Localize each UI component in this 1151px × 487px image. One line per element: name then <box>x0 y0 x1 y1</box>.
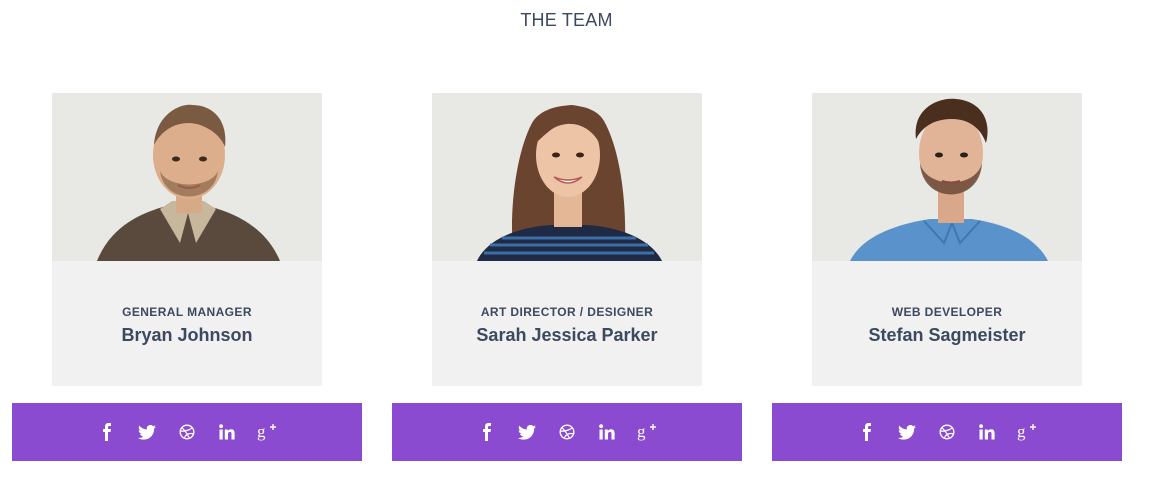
google-plus-icon[interactable]: g <box>247 412 287 452</box>
linkedin-icon[interactable] <box>207 412 247 452</box>
svg-text:g: g <box>1017 423 1026 441</box>
twitter-icon[interactable] <box>507 412 547 452</box>
social-links-bar: g <box>12 403 362 461</box>
google-plus-icon[interactable]: g <box>1007 412 1047 452</box>
member-role: WEB DEVELOPER <box>891 305 1003 319</box>
member-info-card: WEB DEVELOPER Stefan Sagmeister <box>812 93 1082 386</box>
member-name: Stefan Sagmeister <box>868 325 1026 345</box>
twitter-icon[interactable] <box>887 412 927 452</box>
linkedin-icon[interactable] <box>587 412 627 452</box>
linkedin-icon[interactable] <box>967 412 1007 452</box>
twitter-icon[interactable] <box>127 412 167 452</box>
social-links-bar: g <box>772 403 1122 461</box>
social-links-bar: g <box>392 403 742 461</box>
facebook-icon[interactable] <box>847 412 887 452</box>
member-info-card: GENERAL MANAGER Bryan Johnson <box>52 93 322 386</box>
member-role: GENERAL MANAGER <box>122 305 252 319</box>
dribbble-icon[interactable] <box>547 412 587 452</box>
member-photo <box>432 93 702 261</box>
dribbble-icon[interactable] <box>927 412 967 452</box>
google-plus-icon[interactable]: g <box>627 412 667 452</box>
facebook-icon[interactable] <box>87 412 127 452</box>
member-name: Sarah Jessica Parker <box>476 325 658 345</box>
member-name: Bryan Johnson <box>121 325 253 345</box>
member-role: ART DIRECTOR / DESIGNER <box>480 305 654 319</box>
member-photo <box>812 93 1082 261</box>
facebook-icon[interactable] <box>467 412 507 452</box>
member-photo <box>52 93 322 261</box>
dribbble-icon[interactable] <box>167 412 207 452</box>
section-title: THE TEAM <box>520 10 613 30</box>
svg-text:g: g <box>637 423 646 441</box>
member-info-card: ART DIRECTOR / DESIGNER Sarah Jessica Pa… <box>432 93 702 386</box>
svg-text:g: g <box>257 423 266 441</box>
